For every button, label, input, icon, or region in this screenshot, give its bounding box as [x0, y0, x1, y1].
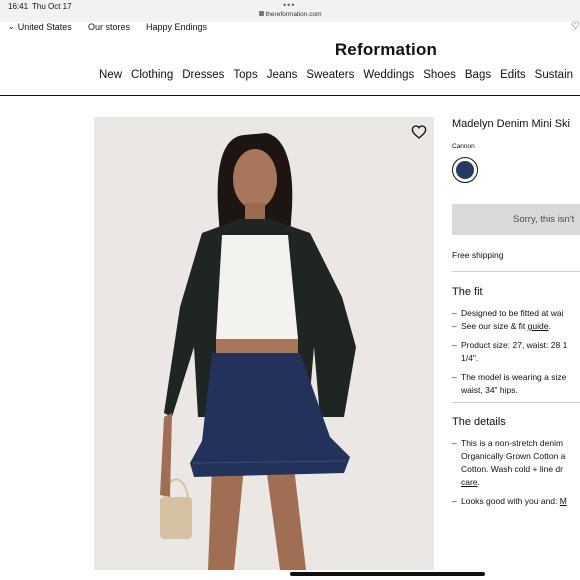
list-item-cont: 1/4".	[452, 352, 567, 365]
nav-item-bags[interactable]: Bags	[465, 69, 491, 81]
size-guide-link[interactable]: guide	[528, 321, 549, 331]
status-time: 16:41	[8, 2, 29, 11]
fit-section-title[interactable]: The fit	[452, 286, 483, 298]
list-item-cont: care.	[452, 476, 567, 489]
nav-item-jeans[interactable]: Jeans	[267, 69, 298, 81]
looks-good-text: Looks good with you and:	[461, 496, 560, 506]
details-list: This is a non-stretch denim Organically …	[452, 437, 567, 508]
nav-item-sweaters[interactable]: Sweaters	[306, 69, 354, 81]
nav-item-edits[interactable]: Edits	[500, 69, 526, 81]
list-item: Product size: 27, waist: 28 1	[452, 339, 567, 352]
list-item: The model is wearing a size	[452, 371, 567, 384]
heart-icon[interactable]: ♡	[571, 21, 580, 32]
nav-item-dresses[interactable]: Dresses	[182, 69, 224, 81]
nav-divider	[0, 95, 580, 96]
model-illustration	[94, 117, 434, 570]
list-item-cont: Cotton. Wash cold + line dr	[452, 463, 567, 476]
our-stores-link[interactable]: Our stores	[88, 22, 130, 32]
period: .	[548, 321, 551, 331]
color-swatch[interactable]	[452, 157, 478, 183]
color-name: Cannon	[452, 143, 475, 150]
nav-item-clothing[interactable]: Clothing	[131, 69, 173, 81]
main-nav: New Clothing Dresses Tops Jeans Sweaters Weddi…	[99, 69, 580, 85]
country-label: United States	[17, 22, 72, 32]
list-item-cont: Organically Grown Cotton a	[452, 450, 567, 463]
chevron-down-icon: ⌄	[8, 22, 15, 31]
nav-item-weddings[interactable]: Weddings	[363, 69, 414, 81]
list-item-cont: See our size & fit guide.	[452, 320, 567, 333]
swatch-fill	[456, 161, 474, 179]
status-bar: 16:41 Thu Oct 17 ••• thereformation.com	[0, 0, 580, 22]
multitask-dots-icon[interactable]: •••	[283, 0, 295, 10]
fit-bullet-2-line-1: Product size: 27, waist: 28 1	[461, 340, 568, 350]
fit-bullet-3-line-1: The model is wearing a size	[461, 372, 567, 382]
details-bullet-1-line-3: Cotton. Wash cold + line dr	[461, 464, 563, 474]
nav-item-tops[interactable]: Tops	[233, 69, 257, 81]
sold-out-button[interactable]: Sorry, this isn't	[452, 204, 580, 235]
details-bullet-1-line-1: This is a non-stretch denim	[461, 438, 564, 448]
nav-item-new[interactable]: New	[99, 69, 122, 81]
period: .	[477, 477, 480, 487]
nav-item-sustainability[interactable]: Sustain	[535, 69, 573, 81]
free-shipping-text: Free shipping	[452, 250, 504, 260]
nav-item-shoes[interactable]: Shoes	[423, 69, 456, 81]
fit-bullet-1-line-2: See our size & fit	[461, 321, 528, 331]
utility-bar: ⌄ United States Our stores Happy Endings …	[0, 21, 580, 35]
country-selector[interactable]: ⌄ United States	[8, 22, 72, 32]
section-divider	[452, 402, 580, 403]
list-item-cont: waist, 34" hips.	[452, 384, 567, 397]
fit-bullet-3-line-2: waist, 34" hips.	[461, 385, 518, 395]
address-bar[interactable]: thereformation.com	[0, 11, 580, 18]
product-image[interactable]	[94, 117, 434, 570]
fit-list: Designed to be fitted at wai See our siz…	[452, 307, 567, 397]
brand-logo[interactable]: Reformation	[0, 40, 580, 60]
lock-icon	[258, 11, 264, 16]
list-item: This is a non-stretch denim	[452, 437, 567, 450]
happy-endings-link[interactable]: Happy Endings	[146, 22, 207, 32]
details-bullet-1-line-2: Organically Grown Cotton a	[461, 451, 566, 461]
heart-outline-icon[interactable]	[411, 124, 427, 140]
details-section-title[interactable]: The details	[452, 416, 506, 428]
care-link[interactable]: care	[461, 477, 478, 487]
status-date: Thu Oct 17	[32, 2, 72, 11]
product-title: Madelyn Denim Mini Ski	[452, 118, 570, 130]
home-indicator[interactable]	[290, 572, 485, 576]
section-divider	[452, 271, 580, 272]
fit-bullet-2-line-2: 1/4".	[461, 353, 479, 363]
fit-bullet-1-line-1: Designed to be fitted at wai	[461, 308, 564, 318]
pairing-link[interactable]: M	[560, 496, 567, 506]
list-item: Designed to be fitted at wai	[452, 307, 567, 320]
list-item: Looks good with you and: M	[452, 495, 567, 508]
url-text: thereformation.com	[265, 11, 322, 18]
